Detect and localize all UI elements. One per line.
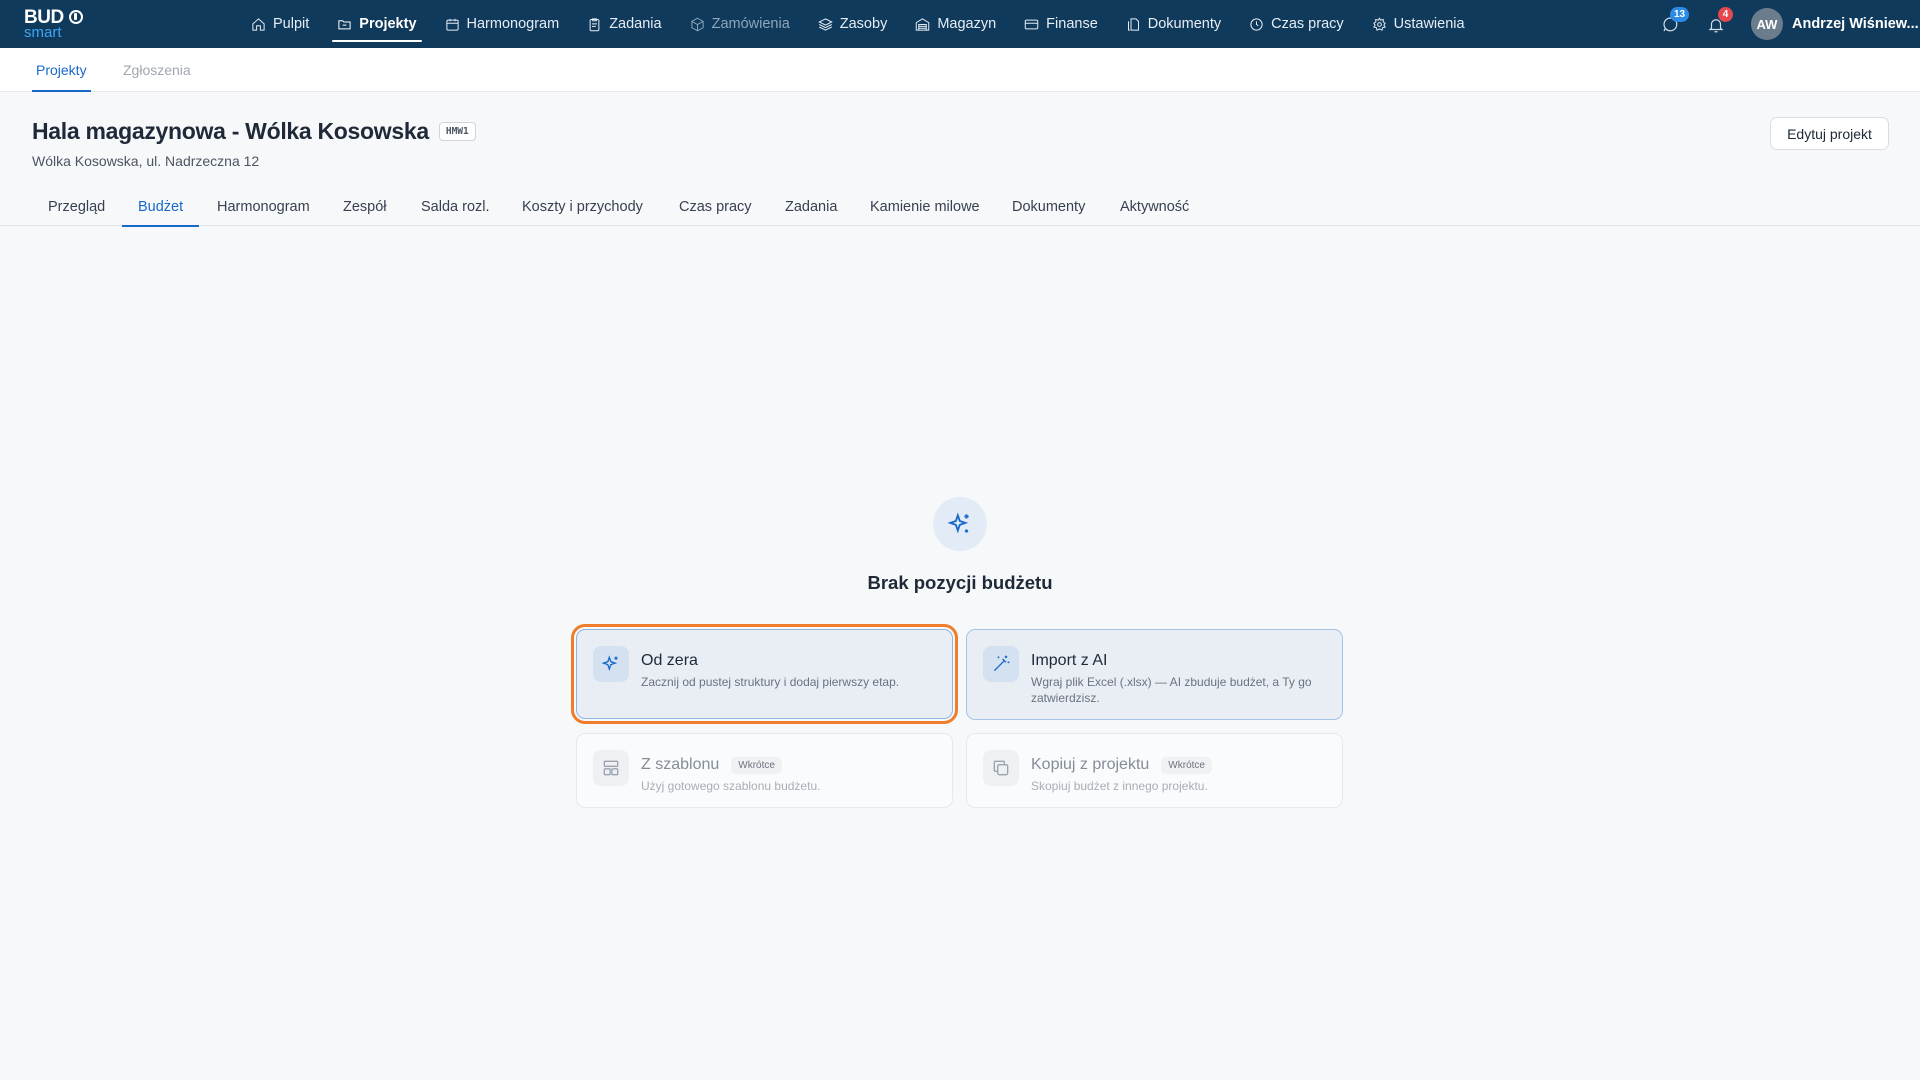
tab-kamienie-milowe[interactable]: Kamienie milowe	[870, 188, 980, 226]
clipboard-icon	[589, 17, 600, 31]
option-title: Z szablonu	[641, 756, 720, 773]
logo-text-smart: smart	[24, 24, 62, 41]
top-navbar: BUD smart Pulpit Projekty Harmonogram Za…	[0, 0, 1920, 48]
edit-project-button[interactable]: Edytuj projekt	[1770, 117, 1889, 150]
empty-state-title: Brak pozycji budżetu	[867, 572, 1053, 593]
nav-item-label: Dokumenty	[1147, 16, 1222, 32]
option-title: Od zera	[641, 652, 698, 669]
power-icon	[69, 10, 83, 24]
budsmart-logo[interactable]: BUD smart	[24, 8, 84, 41]
sparkles-icon	[593, 646, 629, 682]
option-title: Import z AI	[1031, 652, 1108, 669]
nav-item-label: Magazyn	[937, 16, 997, 32]
tab-harmonogram[interactable]: Harmonogram	[217, 188, 310, 226]
user-name[interactable]: Andrzej Wiśniew...	[1792, 16, 1920, 32]
option-from-scratch[interactable]: Od zera Zacznij od pustej struktury i do…	[571, 624, 958, 724]
layers-icon	[817, 17, 833, 31]
subnav-tab-projekty[interactable]: Projekty	[32, 48, 91, 92]
nav-item-zadania[interactable]: Zadania	[578, 0, 670, 48]
main-nav: Pulpit Projekty Harmonogram Zadania Zamó…	[242, 0, 1484, 48]
nav-item-label: Zadania	[609, 16, 662, 32]
box-icon	[690, 17, 704, 31]
nav-item-label: Zamówienia	[711, 16, 790, 32]
coming-soon-badge: Wkrótce	[731, 756, 782, 774]
home-icon	[252, 17, 265, 31]
nav-item-label: Zasoby	[839, 16, 888, 32]
nav-item-label: Projekty	[359, 16, 417, 32]
nav-item-zasoby[interactable]: Zasoby	[809, 0, 897, 48]
tab-budzet[interactable]: Budżet	[121, 188, 200, 227]
nav-item-czas-pracy[interactable]: Czas pracy	[1240, 0, 1353, 48]
messages-button[interactable]: 13	[1659, 7, 1690, 35]
nav-item-label: Harmonogram	[466, 16, 560, 32]
option-title-row: Z szablonu Wkrótce	[641, 756, 782, 774]
clock-icon	[1250, 17, 1263, 31]
calendar-icon	[445, 18, 459, 31]
coming-soon-badge: Wkrótce	[1161, 756, 1212, 774]
folder-icon	[338, 19, 351, 29]
tab-zespol[interactable]: Zespół	[343, 188, 387, 226]
option-description: Wgraj plik Excel (.xlsx) — AI zbuduje bu…	[1031, 675, 1312, 705]
nav-item-zamowienia[interactable]: Zamówienia	[681, 0, 799, 48]
notifications-button[interactable]: 4	[1705, 7, 1733, 35]
nav-item-dokumenty[interactable]: Dokumenty	[1117, 0, 1230, 48]
sparkles-icon	[933, 497, 987, 551]
project-header: Hala magazynowa - Wólka Kosowska HMW1	[32, 118, 476, 145]
option-description: Skopiuj budżet z innego projektu.	[1031, 779, 1208, 793]
tab-koszty-i-przychody[interactable]: Koszty i przychody	[522, 188, 643, 226]
option-copy-from-project: Kopiuj z projektu Wkrótce Skopiuj budżet…	[966, 733, 1343, 808]
notifications-badge: 4	[1718, 7, 1733, 22]
nav-item-projekty[interactable]: Projekty	[328, 0, 425, 48]
messages-badge: 13	[1670, 7, 1690, 22]
project-tabs: Przegląd Budżet Harmonogram Zespół Salda…	[0, 188, 1920, 227]
nav-item-label: Czas pracy	[1271, 16, 1344, 32]
credit-card-icon	[1024, 19, 1039, 29]
warehouse-icon	[916, 17, 930, 31]
project-code-badge: HMW1	[438, 122, 476, 141]
copy-icon	[983, 750, 1019, 786]
nav-item-ustawienia[interactable]: Ustawienia	[1363, 0, 1474, 48]
option-title: Kopiuj z projektu	[1031, 756, 1150, 773]
nav-item-pulpit[interactable]: Pulpit	[242, 0, 318, 48]
option-title-row: Kopiuj z projektu Wkrótce	[1031, 756, 1212, 774]
documents-icon	[1127, 17, 1139, 31]
subnav-tab-zgloszenia[interactable]: Zgłoszenia	[123, 48, 191, 92]
nav-item-harmonogram[interactable]: Harmonogram	[436, 0, 569, 48]
nav-item-magazyn[interactable]: Magazyn	[906, 0, 1005, 48]
tab-dokumenty[interactable]: Dokumenty	[1012, 188, 1085, 226]
tab-salda-rozl[interactable]: Salda rozl.	[421, 188, 490, 226]
nav-item-finanse[interactable]: Finanse	[1015, 0, 1107, 48]
nav-item-label: Finanse	[1046, 16, 1098, 32]
option-from-template: Z szablonu Wkrótce Użyj gotowego szablon…	[576, 733, 953, 808]
nav-item-label: Ustawienia	[1393, 16, 1465, 32]
option-description: Użyj gotowego szablonu budżetu.	[641, 779, 821, 793]
tab-czas-pracy[interactable]: Czas pracy	[679, 188, 752, 226]
tab-zadania[interactable]: Zadania	[785, 188, 837, 226]
top-right-area: 13 4 AW Andrzej Wiśniew...	[1659, 0, 1920, 48]
avatar[interactable]: AW	[1751, 8, 1783, 40]
magic-wand-icon	[983, 646, 1019, 682]
page-title: Hala magazynowa - Wólka Kosowska	[32, 118, 429, 144]
option-import-ai[interactable]: Import z AI Wgraj plik Excel (.xlsx) — A…	[966, 629, 1343, 720]
option-description: Zacznij od pustej struktury i dodaj pier…	[641, 675, 900, 689]
gear-icon	[1372, 16, 1386, 31]
sub-navbar: Projekty Zgłoszenia	[0, 48, 1920, 92]
tab-przeglad[interactable]: Przegląd	[48, 188, 105, 226]
template-icon	[593, 750, 629, 786]
tab-aktywnosc[interactable]: Aktywność	[1120, 188, 1189, 226]
nav-item-label: Pulpit	[273, 16, 310, 32]
project-address: Wólka Kosowska, ul. Nadrzeczna 12	[32, 153, 260, 169]
